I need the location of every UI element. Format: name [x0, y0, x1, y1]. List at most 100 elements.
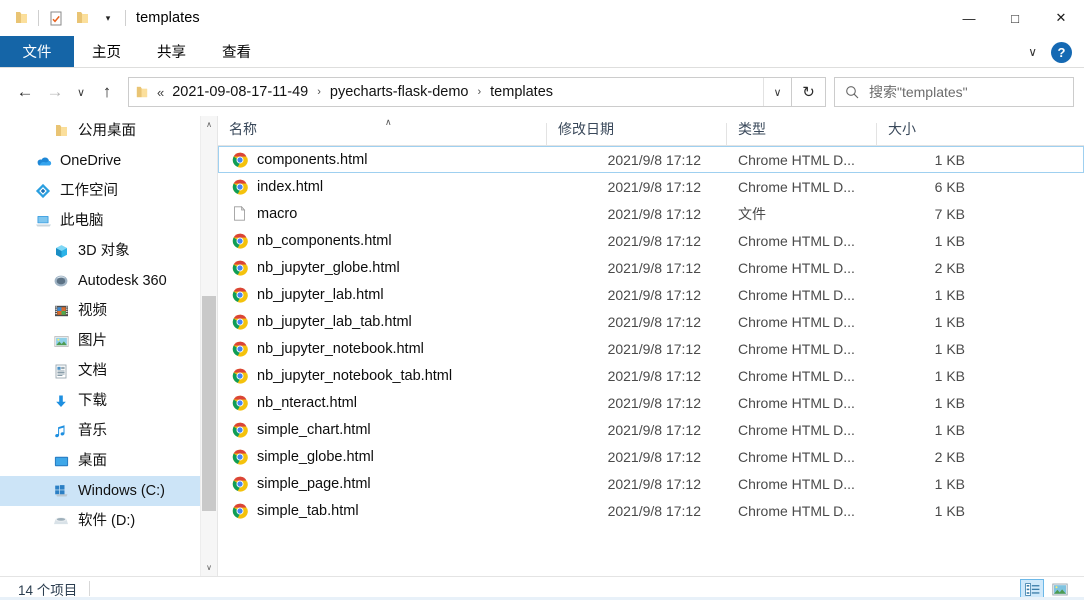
file-name-label: nb_jupyter_lab.html	[257, 286, 384, 303]
desktop-icon	[52, 452, 70, 470]
forward-button[interactable]: →	[40, 77, 70, 107]
sidebar-item-downloads[interactable]: 下载	[0, 386, 200, 416]
table-row[interactable]: simple_globe.html 2021/9/8 17:12 Chrome HT…	[218, 443, 1084, 470]
address-dropdown-button[interactable]: ∨	[763, 78, 791, 106]
breadcrumb-item-0[interactable]: 2021-09-08-17-11-49	[170, 84, 310, 100]
file-date-cell: 2021/9/8 17:12	[607, 151, 701, 168]
table-row[interactable]: nb_jupyter_globe.html 2021/9/8 17:12 Chrom…	[218, 254, 1084, 281]
sidebar-item-desktop[interactable]: 桌面	[0, 446, 200, 476]
sidebar-item-music[interactable]: 音乐	[0, 416, 200, 446]
properties-icon[interactable]	[43, 5, 69, 31]
maximize-button[interactable]: □	[992, 0, 1038, 36]
sidebar-item-pictures[interactable]: 图片	[0, 326, 200, 356]
tab-view[interactable]: 查看	[204, 36, 269, 67]
sidebar-item-label: OneDrive	[60, 152, 122, 169]
sidebar-item-software-d[interactable]: 软件 (D:)	[0, 506, 200, 536]
sidebar-item-onedrive[interactable]: OneDrive	[0, 146, 200, 176]
table-row[interactable]: index.html 2021/9/8 17:12 Chrome HTML D...…	[218, 173, 1084, 200]
file-name-label: nb_jupyter_lab_tab.html	[257, 313, 412, 330]
file-type-cell: Chrome HTML D...	[738, 340, 855, 357]
column-header-date[interactable]: 修改日期	[546, 121, 726, 145]
table-row[interactable]: nb_jupyter_lab_tab.html 2021/9/8 17:12 Chr…	[218, 308, 1084, 335]
table-row[interactable]: nb_jupyter_notebook.html 2021/9/8 17:12 Ch…	[218, 335, 1084, 362]
file-type-cell: Chrome HTML D...	[738, 232, 855, 249]
file-size-cell: 2 KB	[934, 259, 965, 276]
refresh-button[interactable]: ↻	[792, 77, 826, 107]
column-header-size[interactable]: 大小	[876, 121, 978, 145]
file-type-cell: 文件	[738, 205, 766, 222]
file-name-label: simple_page.html	[257, 475, 371, 492]
file-type-cell: Chrome HTML D...	[738, 151, 855, 168]
sidebar-item-autodesk-360[interactable]: Autodesk 360	[0, 266, 200, 296]
table-row[interactable]: simple_page.html 2021/9/8 17:12 Chrome HTM…	[218, 470, 1084, 497]
breadcrumb-bar[interactable]: « 2021-09-08-17-11-49 › pyecharts-flask-…	[128, 77, 792, 107]
column-header-name[interactable]: 名称	[218, 121, 546, 145]
sidebar-scrollbar-thumb[interactable]	[202, 296, 216, 511]
file-size-cell: 1 KB	[934, 367, 965, 384]
table-row[interactable]: simple_chart.html 2021/9/8 17:12 Chrome HT…	[218, 416, 1084, 443]
minimize-button[interactable]: —	[946, 0, 992, 36]
breadcrumb-item-2[interactable]: templates	[488, 84, 555, 100]
file-explorer-window: ▾ templates — □ ✕ 文件 主页 共享 查看 ∨ ? ← → ∨ …	[0, 0, 1084, 600]
file-list-pane: 名称 修改日期 类型 大小 ∧ components.html 2021/9/8 …	[218, 116, 1084, 576]
navigation-tree: 公用桌面 OneDrive 工作空间 此电脑 3D 对象 Autodesk 36…	[0, 116, 200, 536]
back-button[interactable]: ←	[10, 77, 40, 107]
file-name-cell: simple_chart.html	[219, 421, 547, 438]
table-row[interactable]: components.html 2021/9/8 17:12 Chrome HTML…	[218, 146, 1084, 173]
table-row[interactable]: nb_jupyter_lab.html 2021/9/8 17:12 Chrome …	[218, 281, 1084, 308]
new-folder-icon[interactable]	[69, 5, 95, 31]
sidebar-item-windows-c[interactable]: Windows (C:)	[0, 476, 200, 506]
tab-home[interactable]: 主页	[74, 36, 139, 67]
close-button[interactable]: ✕	[1038, 0, 1084, 36]
file-name-cell: index.html	[219, 178, 547, 195]
table-row[interactable]: simple_tab.html 2021/9/8 17:12 Chrome HTML…	[218, 497, 1084, 524]
file-size-cell: 1 KB	[934, 286, 965, 303]
sidebar-item-label: 公用桌面	[78, 122, 136, 139]
sidebar-item-documents[interactable]: 文档	[0, 356, 200, 386]
sidebar-item-label: Autodesk 360	[78, 272, 167, 289]
breadcrumb-separator-0[interactable]: ›	[310, 86, 328, 98]
file-type-cell: Chrome HTML D...	[738, 259, 855, 276]
file-size-cell: 1 KB	[934, 421, 965, 438]
breadcrumb-item-1[interactable]: pyecharts-flask-demo	[328, 84, 471, 100]
breadcrumb-separator-1[interactable]: ›	[470, 86, 488, 98]
sidebar-item-3d-objects[interactable]: 3D 对象	[0, 236, 200, 266]
chrome-icon	[231, 394, 248, 411]
qat-dropdown-button[interactable]: ▾	[95, 5, 121, 31]
tab-share[interactable]: 共享	[139, 36, 204, 67]
sidebar-item-workspace[interactable]: 工作空间	[0, 176, 200, 206]
sidebar-item-public-desktop[interactable]: 公用桌面	[0, 116, 200, 146]
recent-locations-button[interactable]: ∨	[70, 77, 92, 107]
file-name-cell: nb_components.html	[219, 232, 547, 249]
scroll-down-arrow-icon[interactable]: ∨	[201, 559, 217, 576]
table-row[interactable]: nb_nteract.html 2021/9/8 17:12 Chrome HTML…	[218, 389, 1084, 416]
search-input[interactable]: 搜索"templates"	[869, 82, 968, 102]
column-header-type[interactable]: 类型	[726, 121, 876, 145]
up-button[interactable]: ↑	[92, 77, 122, 107]
scroll-up-arrow-icon[interactable]: ∧	[201, 116, 217, 133]
table-row[interactable]: nb_components.html 2021/9/8 17:12 Chrome H…	[218, 227, 1084, 254]
file-name-label: nb_jupyter_notebook.html	[257, 340, 424, 357]
file-date-cell: 2021/9/8 17:12	[607, 367, 701, 384]
file-type-cell: Chrome HTML D...	[738, 178, 855, 195]
breadcrumb-overflow-icon[interactable]: «	[155, 85, 170, 100]
sidebar-item-this-pc[interactable]: 此电脑	[0, 206, 200, 236]
table-row[interactable]: nb_jupyter_notebook_tab.html 2021/9/8 17:…	[218, 362, 1084, 389]
table-row[interactable]: macro 2021/9/8 17:12 文件 7 KB	[218, 200, 1084, 227]
search-box[interactable]: 搜索"templates"	[834, 77, 1074, 107]
sidebar-item-label: 下载	[78, 392, 107, 409]
chrome-icon	[231, 313, 248, 330]
file-name-cell: components.html	[219, 151, 547, 168]
sidebar-item-videos[interactable]: 视频	[0, 296, 200, 326]
file-name-label: macro	[257, 205, 298, 222]
file-date-cell: 2021/9/8 17:12	[607, 340, 701, 357]
folder-icon[interactable]	[8, 5, 34, 31]
tab-file[interactable]: 文件	[0, 36, 74, 67]
videos-icon	[52, 302, 70, 320]
sidebar-scrollbar[interactable]: ∧ ∨	[200, 116, 217, 576]
expand-ribbon-button[interactable]: ∨	[1022, 45, 1043, 59]
help-button[interactable]: ?	[1051, 41, 1072, 63]
file-date-cell: 2021/9/8 17:12	[607, 313, 701, 330]
windows-drive-icon	[52, 482, 70, 500]
sidebar-item-label: 音乐	[78, 422, 107, 439]
